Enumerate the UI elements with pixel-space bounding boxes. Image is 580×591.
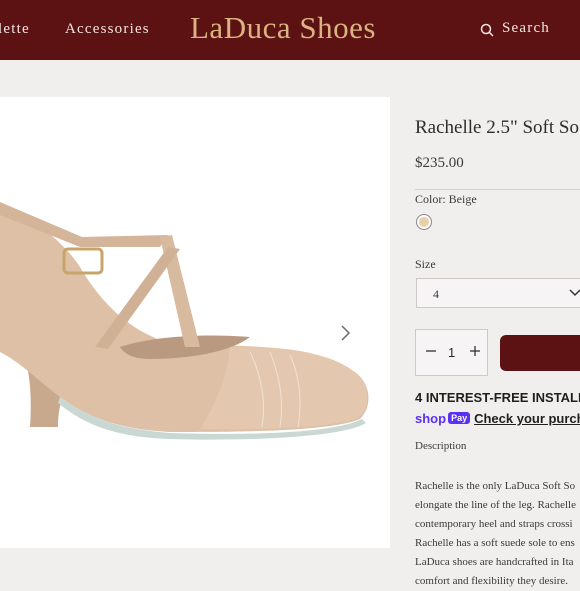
minus-icon[interactable] — [425, 345, 437, 357]
site-header: lette Accessories LaDuca Shoes Search — [0, 0, 580, 60]
check-purchasing-power-link[interactable]: Check your purchas — [474, 411, 580, 426]
description-line: Rachelle is the only LaDuca Soft So — [415, 480, 576, 492]
color-swatch-beige[interactable] — [416, 214, 432, 230]
chevron-down-icon — [569, 289, 580, 297]
nav-item-accessories[interactable]: Accessories — [65, 21, 150, 38]
site-logo[interactable]: LaDuca Shoes — [190, 10, 376, 46]
shop-pay-badge: Pay — [448, 412, 471, 424]
nav-item-collection[interactable]: lette — [0, 21, 30, 38]
divider — [415, 189, 580, 190]
product-title: Rachelle 2.5" Soft So — [415, 117, 579, 138]
product-image[interactable] — [0, 97, 390, 548]
quantity-value[interactable]: 1 — [448, 345, 455, 360]
description-line: Rachelle has a soft suede sole to ens — [415, 537, 575, 549]
search-icon — [480, 23, 494, 37]
description-line: comfort and flexibility they desire. — [415, 575, 569, 587]
description-text: Rachelle is the only LaDuca Soft So elon… — [415, 477, 580, 591]
shop-pay-row: shopPayCheck your purchas — [415, 410, 580, 428]
plus-icon[interactable] — [469, 345, 481, 357]
description-heading[interactable]: Description — [415, 440, 466, 452]
color-label: Color: Beige — [415, 192, 477, 206]
product-price: $235.00 — [415, 155, 464, 171]
size-value: 4 — [433, 287, 439, 301]
description-line: contemporary heel and straps crossi — [415, 518, 573, 530]
add-to-cart-button[interactable] — [500, 335, 580, 371]
shoe-image — [0, 202, 369, 440]
shop-pay-logo: shop — [415, 411, 447, 426]
installments-text: 4 INTEREST-FREE INSTALLM — [415, 390, 580, 405]
description-line: elongate the line of the leg. Rachelle — [415, 499, 576, 511]
chevron-right-icon[interactable] — [339, 324, 351, 342]
size-select[interactable]: 4 — [416, 278, 580, 308]
quantity-stepper: 1 — [415, 329, 488, 376]
size-label: Size — [415, 257, 436, 271]
search-label: Search — [502, 20, 551, 36]
description-line: LaDuca shoes are handcrafted in Ita — [415, 556, 574, 568]
